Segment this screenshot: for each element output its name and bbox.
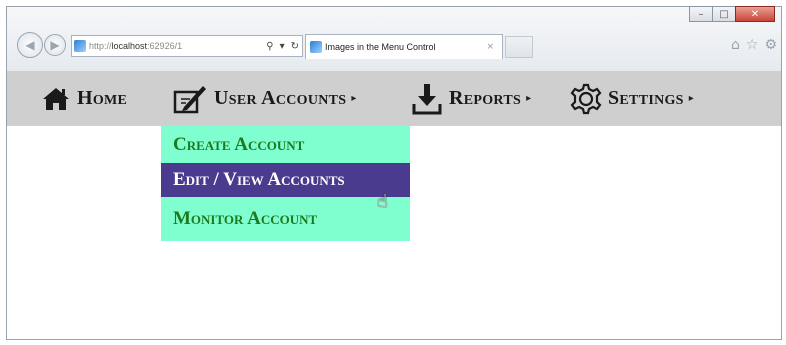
browser-toolbar: ⌂ ☆ ⚙	[731, 37, 777, 53]
dropdown-item-create-account[interactable]: Create Account	[161, 126, 410, 163]
submenu-arrow-icon: ▸	[688, 93, 695, 104]
favorites-star-icon[interactable]: ☆	[746, 37, 759, 53]
browser-window: – □ ✕ ◀ ▶ http://localhost:62926/1 ⚲ ▾ ↻…	[6, 6, 782, 340]
address-url[interactable]: http://localhost:62926/1	[89, 41, 263, 51]
menu-label-settings: Settings	[608, 87, 684, 109]
home-icon	[43, 87, 69, 110]
back-button[interactable]: ◀	[17, 32, 43, 58]
submenu-arrow-icon: ▸	[526, 93, 532, 104]
forward-button[interactable]: ▶	[44, 34, 66, 56]
tab-title: Images in the Menu Control	[325, 42, 436, 52]
address-bar[interactable]: http://localhost:62926/1 ⚲ ▾ ↻	[71, 35, 303, 57]
hand-cursor-icon: ☝	[377, 191, 388, 212]
dropdown-icon[interactable]: ▾	[277, 41, 288, 52]
gear-icon	[570, 83, 602, 114]
menu-item-settings[interactable]: Settings ▸	[570, 71, 694, 126]
edit-icon	[173, 85, 206, 113]
menu-item-reports[interactable]: Reports ▸	[411, 71, 531, 126]
browser-chrome: – □ ✕ ◀ ▶ http://localhost:62926/1 ⚲ ▾ ↻…	[7, 6, 781, 72]
forward-arrow-icon: ▶	[50, 38, 60, 52]
home-icon[interactable]: ⌂	[731, 37, 740, 53]
search-icon[interactable]: ⚲	[263, 41, 276, 52]
new-tab-button[interactable]	[505, 36, 533, 58]
submenu-arrow-icon: ▸	[351, 93, 357, 104]
tab-favicon-icon	[310, 41, 322, 53]
maximize-button[interactable]: □	[712, 6, 736, 22]
close-button[interactable]: ✕	[735, 6, 775, 22]
refresh-icon[interactable]: ↻	[288, 41, 302, 52]
menu-bar: Home User Accounts ▸ Reports ▸ Settings …	[7, 71, 781, 126]
dropdown-item-monitor-account[interactable]: Monitor Account	[161, 197, 410, 241]
download-icon	[412, 83, 442, 114]
menu-item-user-accounts[interactable]: User Accounts ▸	[172, 71, 357, 126]
window-controls: – □ ✕	[689, 6, 775, 22]
gear-icon[interactable]: ⚙	[764, 37, 777, 53]
back-arrow-icon: ◀	[25, 38, 35, 52]
minimize-button[interactable]: –	[689, 6, 713, 22]
tab-close-icon[interactable]: ×	[486, 42, 494, 52]
favicon-icon	[74, 40, 86, 52]
menu-item-home[interactable]: Home	[41, 71, 127, 126]
menu-label-home: Home	[77, 87, 128, 109]
menu-label-user-accounts: User Accounts	[214, 87, 347, 109]
dropdown-item-edit-view-accounts[interactable]: Edit / View Accounts	[161, 163, 410, 197]
menu-label-reports: Reports	[449, 87, 522, 109]
browser-tab[interactable]: Images in the Menu Control ×	[305, 34, 503, 59]
user-accounts-dropdown: Create Account Edit / View Accounts Moni…	[161, 126, 410, 241]
